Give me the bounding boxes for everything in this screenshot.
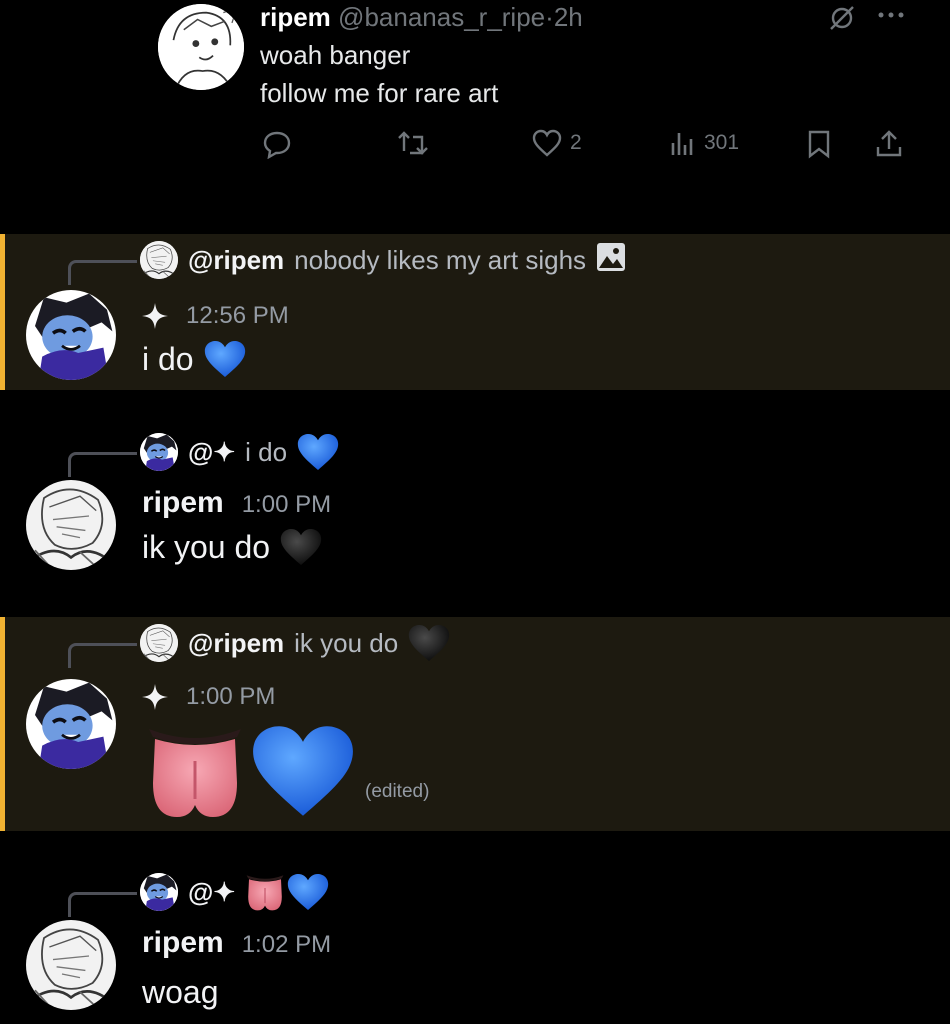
tweet-author-handle[interactable]: @bananas_r_ripe bbox=[338, 2, 545, 32]
tweet-header: ripem @bananas_r_ripe·2h bbox=[260, 2, 583, 33]
user-avatar[interactable] bbox=[26, 679, 116, 769]
like-button[interactable]: 2 bbox=[532, 129, 582, 157]
message-1: @ripem nobody likes my art sighs 12:56 P… bbox=[0, 234, 950, 390]
user-avatar[interactable] bbox=[26, 920, 116, 1010]
views-button[interactable]: 301 bbox=[670, 129, 739, 157]
reply-avatar bbox=[140, 624, 178, 662]
black-heart-emoji bbox=[280, 528, 322, 566]
tweet-time[interactable]: 2h bbox=[554, 2, 583, 32]
timestamp[interactable]: 1:00 PM bbox=[186, 683, 275, 711]
timestamp[interactable]: 12:56 PM bbox=[186, 302, 289, 330]
reply-text: ik you do bbox=[294, 627, 399, 658]
reply-connector bbox=[68, 643, 137, 668]
message-3: @ripem ik you do 1:00 PM (edited) bbox=[0, 617, 950, 831]
views-icon bbox=[670, 129, 696, 157]
message-content: ik you do bbox=[142, 528, 322, 566]
message-2: @✦ i do ripem 1:00 PM ik you do bbox=[0, 428, 950, 578]
message-text: i do bbox=[142, 340, 194, 377]
user-avatar[interactable] bbox=[26, 290, 116, 380]
sparkle-icon[interactable] bbox=[142, 303, 168, 329]
reply-preview[interactable]: @ripem ik you do bbox=[140, 623, 450, 663]
tweet-text-line-1: woah banger bbox=[260, 40, 411, 70]
message-text: woag bbox=[142, 974, 219, 1010]
tweet-separator: · bbox=[545, 2, 554, 32]
message-content: i do bbox=[142, 340, 246, 378]
blue-heart-emoji bbox=[204, 340, 246, 378]
blue-heart-emoji bbox=[251, 721, 355, 821]
blue-heart-emoji bbox=[287, 873, 329, 911]
message-text: ik you do bbox=[142, 528, 271, 565]
reply-author[interactable]: @✦ bbox=[188, 437, 235, 468]
reply-connector bbox=[68, 452, 137, 477]
user-avatar[interactable] bbox=[26, 480, 116, 570]
reply-text: i do bbox=[245, 436, 288, 467]
message-meta: ripem 1:02 PM bbox=[142, 926, 331, 960]
like-count: 2 bbox=[570, 131, 582, 154]
reply-connector bbox=[68, 260, 137, 285]
message-meta: 1:00 PM bbox=[142, 683, 275, 711]
message-4: @✦ ripem 1:02 PM woag bbox=[0, 868, 950, 1024]
reply-author[interactable]: @ripem bbox=[188, 628, 284, 659]
tweet-author-name[interactable]: ripem bbox=[260, 2, 331, 32]
reply-text: nobody likes my art sighs bbox=[294, 244, 587, 275]
heart-icon bbox=[532, 129, 562, 157]
reply-author[interactable]: @ripem bbox=[188, 245, 284, 276]
blue-heart-emoji bbox=[297, 433, 339, 471]
reply-author[interactable]: @✦ bbox=[188, 877, 235, 908]
tongue-emoji bbox=[245, 872, 285, 912]
views-count: 301 bbox=[704, 131, 740, 154]
reply-icon[interactable] bbox=[262, 129, 292, 159]
message-content: woag bbox=[142, 974, 219, 1011]
reply-preview[interactable]: @✦ i do bbox=[140, 432, 339, 472]
reply-avatar bbox=[140, 873, 178, 911]
tweet-avatar[interactable] bbox=[158, 4, 244, 90]
retweet-icon[interactable] bbox=[396, 129, 430, 159]
image-icon bbox=[596, 242, 626, 279]
reply-preview[interactable]: @ripem nobody likes my art sighs bbox=[140, 240, 626, 280]
timestamp[interactable]: 1:02 PM bbox=[242, 931, 331, 959]
author-name[interactable]: ripem bbox=[142, 486, 224, 520]
reply-preview[interactable]: @✦ bbox=[140, 872, 329, 912]
tongue-emoji bbox=[145, 721, 245, 821]
message-meta: ripem 1:00 PM bbox=[142, 486, 331, 520]
more-icon[interactable] bbox=[876, 8, 906, 27]
bookmark-icon[interactable] bbox=[806, 129, 832, 159]
no-bell-icon[interactable] bbox=[828, 4, 856, 37]
message-content: (edited) bbox=[145, 721, 429, 821]
black-heart-emoji bbox=[408, 624, 450, 662]
share-icon[interactable] bbox=[874, 129, 904, 159]
sparkle-icon[interactable] bbox=[142, 684, 168, 710]
reply-avatar bbox=[140, 241, 178, 279]
edited-label: (edited) bbox=[365, 781, 430, 802]
reply-avatar bbox=[140, 433, 178, 471]
tweet-text-line-2: follow me for rare art bbox=[260, 78, 499, 108]
timestamp[interactable]: 1:00 PM bbox=[242, 491, 331, 519]
message-meta: 12:56 PM bbox=[142, 302, 289, 330]
author-name[interactable]: ripem bbox=[142, 926, 224, 960]
reply-connector bbox=[68, 892, 137, 917]
